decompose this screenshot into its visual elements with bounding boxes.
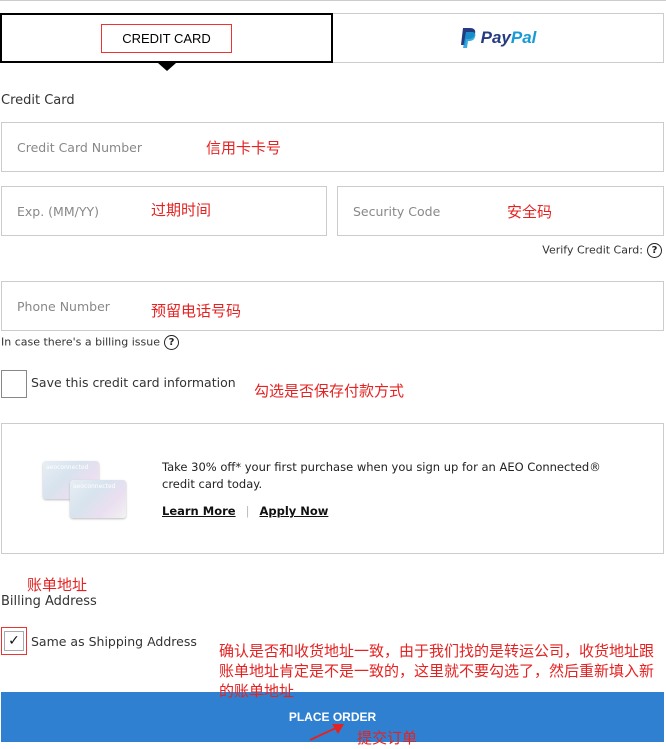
help-icon[interactable]: ? bbox=[164, 335, 180, 350]
paypal-p-icon bbox=[460, 28, 475, 48]
annotation: 信用卡卡号 bbox=[206, 139, 282, 157]
same-as-shipping-checkbox[interactable]: ✓ bbox=[1, 627, 27, 655]
same-as-shipping-label: Same as Shipping Address bbox=[31, 634, 197, 649]
phone-input[interactable]: Phone Number bbox=[1, 281, 664, 331]
learn-more-link[interactable]: Learn More bbox=[162, 504, 236, 518]
credit-card-image: aeoconnected bbox=[70, 480, 126, 518]
arrow-icon bbox=[309, 724, 344, 741]
divider bbox=[0, 0, 666, 1]
help-icon[interactable]: ? bbox=[647, 243, 662, 258]
paypal-logo: PayPal bbox=[460, 28, 536, 48]
billing-title: Billing Address bbox=[1, 594, 97, 609]
card-number-input[interactable]: Credit Card Number bbox=[1, 122, 664, 172]
apply-now-link[interactable]: Apply Now bbox=[259, 504, 328, 518]
tab-credit-card[interactable]: CREDIT CARD bbox=[0, 13, 333, 63]
save-card-checkbox[interactable] bbox=[1, 370, 27, 398]
active-tab-pointer-icon bbox=[158, 63, 176, 71]
annotation: 确认是否和收货地址一致，由于我们找的是转运公司，收货地址跟账单地址肯定是不是一致… bbox=[219, 642, 655, 700]
promo-banner: aeoconnected aeoconnected Take 30% off* … bbox=[1, 423, 664, 554]
tab-paypal[interactable]: PayPal bbox=[332, 13, 664, 63]
tab-credit-card-label: CREDIT CARD bbox=[101, 23, 232, 53]
security-code-input[interactable]: Security Code bbox=[337, 186, 664, 236]
annotation: 安全码 bbox=[507, 203, 553, 221]
section-title: Credit Card bbox=[1, 93, 75, 108]
annotation: 预留电话号码 bbox=[151, 302, 242, 320]
annotation: 勾选是否保存付款方式 bbox=[254, 382, 405, 400]
checkmark-icon: ✓ bbox=[4, 631, 24, 651]
promo-text: Take 30% off* your first purchase when y… bbox=[162, 460, 601, 491]
save-card-label: Save this credit card information bbox=[31, 375, 236, 390]
annotation: 过期时间 bbox=[151, 201, 212, 219]
billing-issue-note: In case there's a billing issue? bbox=[1, 335, 180, 350]
annotation: 账单地址 bbox=[27, 576, 88, 594]
verify-credit-card: Verify Credit Card:? bbox=[542, 243, 662, 258]
annotation: 提交订单 bbox=[357, 729, 418, 747]
